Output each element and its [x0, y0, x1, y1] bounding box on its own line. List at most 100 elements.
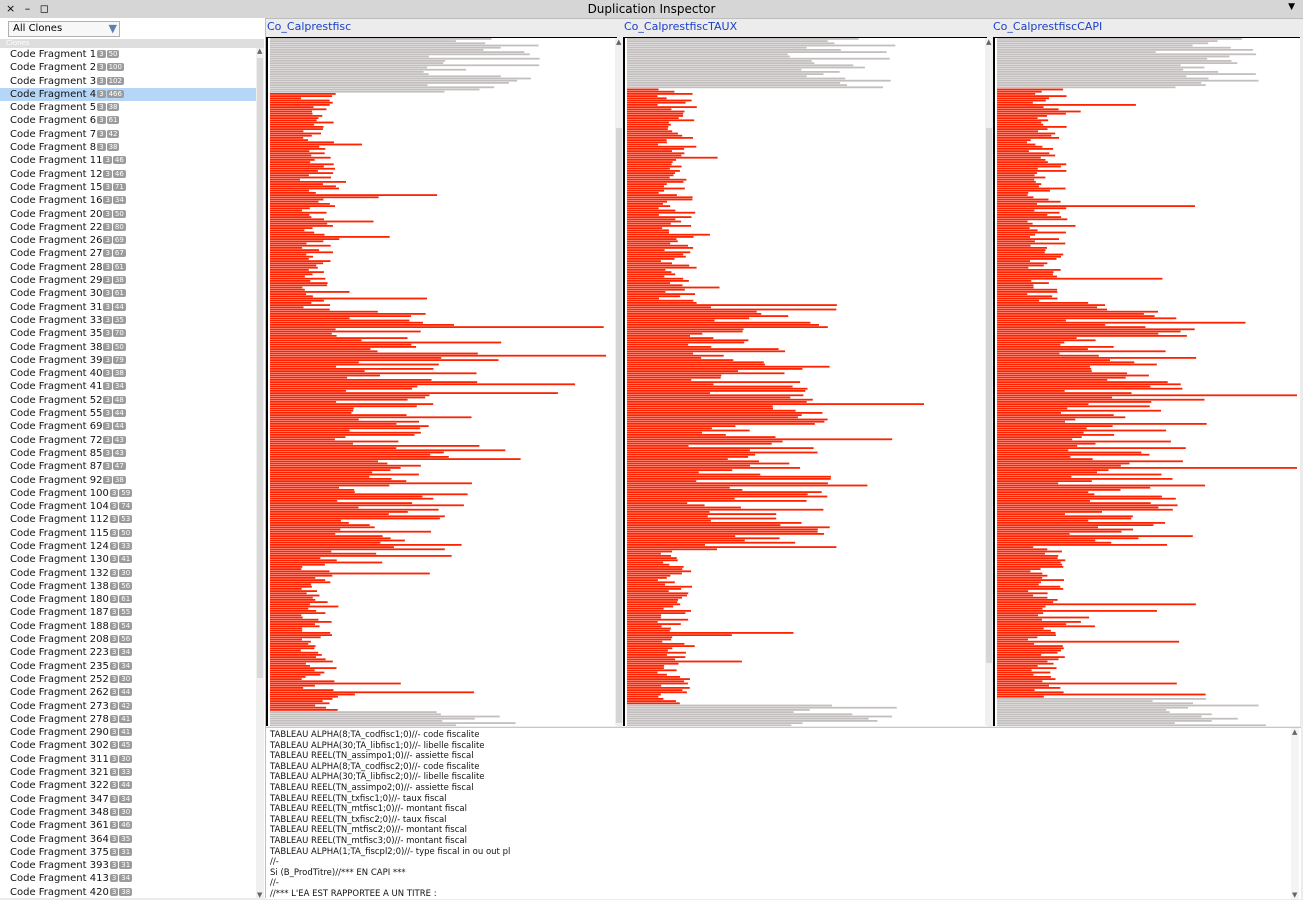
scroll-up-icon[interactable]: ▲: [616, 38, 621, 46]
clone-list-item[interactable]: Code Fragment 28 3 61: [0, 261, 256, 274]
code-line-bar: [997, 79, 1259, 82]
clone-list-item[interactable]: Code Fragment 347 3 34: [0, 793, 256, 806]
file-map-1-scrollbar[interactable]: ▲: [615, 38, 623, 725]
clone-list-item[interactable]: Code Fragment 321 3 33: [0, 766, 256, 779]
clone-list-item[interactable]: Code Fragment 115 3 50: [0, 527, 256, 540]
clone-list-item[interactable]: Code Fragment 420 3 38: [0, 886, 256, 898]
clone-list-item[interactable]: Code Fragment 252 3 30: [0, 673, 256, 686]
line-count-badge: 70: [112, 329, 126, 338]
clone-list-item[interactable]: Code Fragment 20 3 50: [0, 208, 256, 221]
clone-filter-dropdown[interactable]: All Clones ▼: [8, 21, 120, 37]
clone-list-item[interactable]: Code Fragment 413 3 34: [0, 872, 256, 885]
code-line-bar: [997, 200, 1061, 203]
clone-list-item[interactable]: Code Fragment 104 3 74: [0, 500, 256, 513]
scrollbar-thumb[interactable]: [257, 58, 263, 678]
clone-list-item[interactable]: Code Fragment 11 3 46: [0, 154, 256, 167]
file-name-1[interactable]: Co_Calprestfisc: [267, 20, 351, 36]
clone-list-item[interactable]: Code Fragment 27 3 67: [0, 247, 256, 260]
clone-list-item[interactable]: Code Fragment 39 3 79: [0, 354, 256, 367]
clone-list-item[interactable]: Code Fragment 6 3 61: [0, 114, 256, 127]
line-count-badge: 69: [112, 236, 126, 245]
clone-list-item[interactable]: Code Fragment 29 3 38: [0, 274, 256, 287]
clone-list-item[interactable]: Code Fragment 1 3 50: [0, 48, 256, 61]
clone-label: Code Fragment 393: [10, 860, 109, 872]
clone-list-item[interactable]: Code Fragment 3 3 102: [0, 75, 256, 88]
window-menu-icon[interactable]: ▼: [1288, 2, 1295, 12]
clone-list-item[interactable]: Code Fragment 235 3 34: [0, 660, 256, 673]
clone-list-item[interactable]: Code Fragment 41 3 34: [0, 380, 256, 393]
clone-list-item[interactable]: Code Fragment 69 3 44: [0, 420, 256, 433]
scroll-up-icon[interactable]: ▲: [257, 47, 262, 55]
clone-list-item[interactable]: Code Fragment 262 3 44: [0, 686, 256, 699]
file-map-2-scrollbar[interactable]: ▲: [985, 38, 993, 725]
file-map-3[interactable]: [993, 37, 1300, 726]
clone-list-item[interactable]: Code Fragment 33 3 35: [0, 314, 256, 327]
code-line-bar: [627, 658, 676, 661]
clone-list-item[interactable]: Code Fragment 187 3 55: [0, 606, 256, 619]
clone-list-item[interactable]: Code Fragment 278 3 41: [0, 713, 256, 726]
clone-list-item[interactable]: Code Fragment 348 3 30: [0, 806, 256, 819]
clone-list-item[interactable]: Code Fragment 223 3 34: [0, 646, 256, 659]
clone-list-item[interactable]: Code Fragment 393 3 31: [0, 859, 256, 872]
clone-label: Code Fragment 7: [10, 128, 97, 140]
clone-list-item[interactable]: Code Fragment 130 3 41: [0, 553, 256, 566]
clone-list-item[interactable]: Code Fragment 55 3 44: [0, 407, 256, 420]
file-map-1[interactable]: [266, 37, 617, 726]
clone-list-item[interactable]: Code Fragment 132 3 30: [0, 567, 256, 580]
clone-list-item[interactable]: Code Fragment 361 3 46: [0, 819, 256, 832]
clone-list-item[interactable]: Code Fragment 30 3 61: [0, 287, 256, 300]
clone-list-item[interactable]: Code Fragment 5 3 38: [0, 101, 256, 114]
clone-list-item[interactable]: Code Fragment 15 3 71: [0, 181, 256, 194]
scrollbar-thumb[interactable]: [616, 128, 622, 723]
clone-list-item[interactable]: Code Fragment 290 3 41: [0, 726, 256, 739]
clone-list-item[interactable]: Code Fragment 100 3 59: [0, 487, 256, 500]
clone-list-item[interactable]: Code Fragment 87 3 47: [0, 460, 256, 473]
clone-list-item[interactable]: Code Fragment 112 3 53: [0, 513, 256, 526]
clone-list-item[interactable]: Code Fragment 375 3 31: [0, 846, 256, 859]
code-line-bar: [270, 139, 309, 141]
clone-list-item[interactable]: Code Fragment 273 3 42: [0, 700, 256, 713]
clone-list-item[interactable]: Code Fragment 4 3 466: [0, 87, 256, 102]
file-map-2[interactable]: [623, 37, 987, 726]
clone-list-item[interactable]: Code Fragment 364 3 35: [0, 833, 256, 846]
code-line-bar: [627, 101, 686, 104]
clone-list-item[interactable]: Code Fragment 72 3 43: [0, 434, 256, 447]
scrollbar-thumb[interactable]: [986, 128, 992, 663]
clone-list-item[interactable]: Code Fragment 35 3 70: [0, 327, 256, 340]
clone-list-item[interactable]: Code Fragment 85 3 43: [0, 447, 256, 460]
file-name-3[interactable]: Co_CalprestfiscCAPI: [993, 20, 1102, 36]
code-line-bar: [270, 513, 389, 515]
clone-list-item[interactable]: Code Fragment 12 3 46: [0, 168, 256, 181]
clone-list-item[interactable]: Code Fragment 302 3 45: [0, 739, 256, 752]
occurrence-count-badge: 3: [109, 701, 119, 710]
chevron-down-icon[interactable]: ▼: [109, 22, 117, 35]
clone-list-item[interactable]: Code Fragment 138 3 56: [0, 580, 256, 593]
clone-list-item[interactable]: Code Fragment 52 3 48: [0, 394, 256, 407]
clone-list-item[interactable]: Code Fragment 26 3 69: [0, 234, 256, 247]
code-line-bar: [627, 244, 688, 247]
clone-list-item[interactable]: Code Fragment 92 3 38: [0, 474, 256, 487]
code-line-bar: [997, 431, 1084, 434]
clone-list-scrollbar[interactable]: ▲ ▼: [256, 47, 264, 899]
scroll-up-icon[interactable]: ▲: [986, 38, 991, 46]
code-line-bar: [627, 693, 661, 696]
clone-list-item[interactable]: Code Fragment 16 3 34: [0, 194, 256, 207]
clone-list-item[interactable]: Code Fragment 31 3 44: [0, 301, 256, 314]
clone-list-item[interactable]: Code Fragment 188 3 54: [0, 620, 256, 633]
clone-list-item[interactable]: Code Fragment 38 3 50: [0, 341, 256, 354]
file-name-2[interactable]: Co_CalprestfiscTAUX: [624, 20, 737, 36]
code-line-bar: [270, 383, 576, 386]
clone-list-item[interactable]: Code Fragment 180 3 61: [0, 593, 256, 606]
clone-list-item[interactable]: Code Fragment 22 3 80: [0, 221, 256, 234]
clone-list-item[interactable]: Code Fragment 124 3 33: [0, 540, 256, 553]
clone-list-item[interactable]: Code Fragment 208 3 56: [0, 633, 256, 646]
clone-list-item[interactable]: Code Fragment 322 3 44: [0, 779, 256, 792]
clone-list-item[interactable]: Code Fragment 40 3 38: [0, 367, 256, 380]
scroll-up-icon[interactable]: ▲: [1292, 728, 1297, 736]
code-line-bar: [997, 231, 1066, 234]
clone-list-item[interactable]: Code Fragment 8 3 38: [0, 141, 256, 154]
clone-list-item[interactable]: Code Fragment 311 3 30: [0, 753, 256, 766]
clone-list-item[interactable]: Code Fragment 7 3 42: [0, 128, 256, 141]
clone-list-item[interactable]: Code Fragment 2 3 100: [0, 61, 256, 74]
code-preview-scrollbar[interactable]: ▲ ▼: [1291, 728, 1299, 899]
